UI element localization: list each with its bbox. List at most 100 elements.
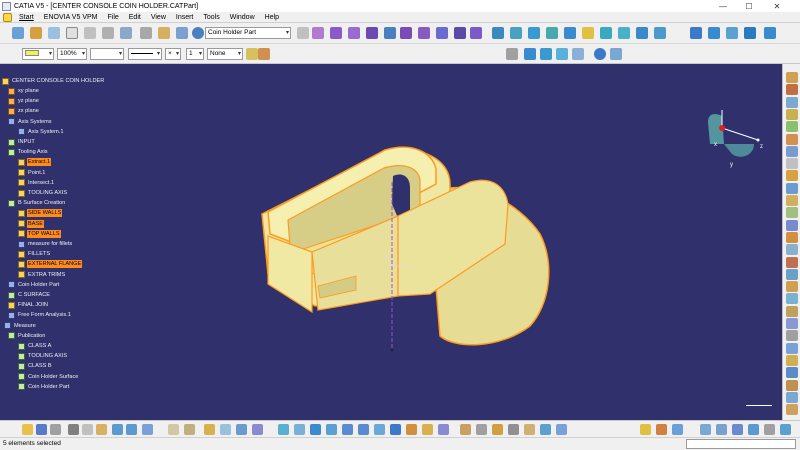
tree-item[interactable]: BASE — [18, 219, 44, 229]
sphere-icon[interactable] — [330, 27, 342, 39]
tree-item[interactable]: B Surface Creation — [8, 198, 66, 208]
tree-item[interactable]: Axis Systems — [8, 117, 53, 127]
menu-window[interactable]: Window — [225, 14, 260, 21]
part-geometry[interactable] — [0, 64, 782, 420]
tree-item[interactable]: Intersect.1 — [18, 178, 55, 188]
menu-enovia[interactable]: ENOVIA V5 VPM — [39, 14, 103, 21]
sweep-icon[interactable] — [384, 27, 396, 39]
fly-mode-icon[interactable] — [278, 424, 289, 435]
plane-tool-icon[interactable] — [66, 27, 78, 39]
sketch-line-icon[interactable] — [506, 48, 518, 60]
menu-help[interactable]: Help — [260, 14, 284, 21]
copy-icon[interactable] — [82, 424, 93, 435]
design-table-icon[interactable] — [786, 170, 798, 182]
scaling-icon[interactable] — [636, 27, 648, 39]
trash-icon[interactable] — [508, 424, 519, 435]
point-tool-icon[interactable] — [84, 27, 96, 39]
define-in-work-icon[interactable] — [192, 27, 204, 39]
extrude-icon[interactable] — [297, 27, 309, 39]
cylinder-icon[interactable] — [348, 27, 360, 39]
settings-icon[interactable] — [700, 424, 711, 435]
formula-icon[interactable] — [168, 424, 179, 435]
open-file-icon[interactable] — [22, 424, 33, 435]
measure-item-icon[interactable] — [236, 424, 247, 435]
draft-analysis-icon[interactable] — [708, 27, 720, 39]
3d-viewport[interactable]: x y z CENTER CONSOLE COIN HOLDER xy plane… — [0, 64, 782, 420]
circle-icon[interactable] — [524, 48, 536, 60]
corner-icon[interactable] — [556, 48, 568, 60]
lock-icon[interactable] — [492, 424, 503, 435]
publish-icon[interactable] — [204, 424, 215, 435]
iso-view-icon[interactable] — [786, 354, 798, 366]
fillet-tool-icon[interactable] — [564, 27, 576, 39]
rotate-view-icon[interactable] — [786, 305, 798, 317]
wireframe-icon[interactable] — [786, 391, 798, 403]
knowledge-icon[interactable] — [764, 27, 776, 39]
render-icon[interactable] — [786, 404, 798, 416]
check-icon[interactable] — [786, 182, 798, 194]
tooling-axis-point[interactable] — [390, 348, 394, 352]
law-tool-icon[interactable] — [786, 145, 798, 157]
hide-show-icon[interactable] — [422, 424, 433, 435]
menu-insert[interactable]: Insert — [171, 14, 199, 21]
command-input[interactable] — [686, 439, 796, 449]
color-select[interactable]: ▾ — [22, 48, 54, 60]
layer-select[interactable]: None ▾ — [207, 48, 243, 60]
trim-tool-icon[interactable] — [510, 27, 522, 39]
menu-view[interactable]: View — [146, 14, 171, 21]
catalog-icon[interactable] — [786, 121, 798, 133]
tree-item[interactable]: C SURFACE — [8, 290, 51, 300]
geometric-set-icon[interactable] — [158, 27, 170, 39]
tool-icon[interactable] — [656, 424, 667, 435]
tree-item[interactable]: FILLETS — [18, 249, 51, 259]
tree-item[interactable]: xy plane — [8, 86, 40, 96]
select-icon[interactable] — [48, 27, 60, 39]
set-icon[interactable] — [786, 219, 798, 231]
pan-icon[interactable] — [786, 293, 798, 305]
join-tool-icon[interactable] — [454, 27, 466, 39]
tree-item[interactable]: measure for fillets — [18, 239, 73, 249]
body-tool-icon[interactable] — [176, 27, 188, 39]
compass-x-handle[interactable] — [756, 138, 760, 142]
revolve-icon[interactable] — [312, 27, 324, 39]
normal-view-icon[interactable] — [786, 342, 798, 354]
menu-start[interactable]: Start — [14, 14, 39, 21]
minimize-button[interactable]: — — [712, 0, 734, 12]
mass-icon[interactable] — [476, 424, 487, 435]
rotate-icon[interactable] — [326, 424, 337, 435]
formula-icon[interactable] — [786, 133, 798, 145]
comment-icon[interactable] — [786, 244, 798, 256]
edges-icon[interactable] — [786, 379, 798, 391]
rotate-icon[interactable] — [600, 27, 612, 39]
measure-item-icon[interactable] — [786, 84, 798, 96]
tree-item[interactable]: Axis System.1 — [18, 127, 64, 137]
line-type-select[interactable]: ▾ — [128, 48, 162, 60]
redo-icon[interactable] — [126, 424, 137, 435]
tree-item[interactable]: EXTERNAL FLANGE — [18, 259, 83, 269]
zoom-out-icon[interactable] — [786, 330, 798, 342]
tree-item[interactable]: Coin Holder Part — [18, 382, 70, 392]
healing-icon[interactable] — [470, 27, 482, 39]
helix-icon[interactable] — [610, 48, 622, 60]
zoom-in-icon[interactable] — [786, 318, 798, 329]
point-symbol-select[interactable]: × ▾ — [165, 48, 181, 60]
inertia-icon[interactable] — [252, 424, 263, 435]
connect-checker-icon[interactable] — [744, 27, 756, 39]
axis-tool-icon[interactable] — [120, 27, 132, 39]
tree-item[interactable]: FINAL JOIN — [8, 300, 49, 310]
fit-all-icon[interactable] — [294, 424, 305, 435]
current-body-select[interactable]: Coin Holder Part ▾ — [205, 27, 291, 39]
tree-item[interactable]: CLASS A — [18, 341, 52, 351]
tree-item[interactable]: TOOLING AXIS — [18, 188, 68, 198]
sketch-icon[interactable] — [30, 27, 42, 39]
menu-file[interactable]: File — [102, 14, 123, 21]
extract-tool-icon[interactable] — [546, 27, 558, 39]
tree-item[interactable]: Point.1 — [18, 168, 46, 178]
tree-item[interactable]: Coin Holder Part — [8, 280, 60, 290]
tree-item[interactable]: CLASS B — [18, 361, 53, 371]
tree-root[interactable]: CENTER CONSOLE COIN HOLDER — [2, 76, 105, 86]
tree-item[interactable]: Extract.1 — [18, 157, 52, 167]
tree-item[interactable]: zx plane — [8, 106, 40, 116]
iso-view-icon[interactable] — [390, 424, 401, 435]
start-menu-icon[interactable] — [3, 12, 12, 22]
